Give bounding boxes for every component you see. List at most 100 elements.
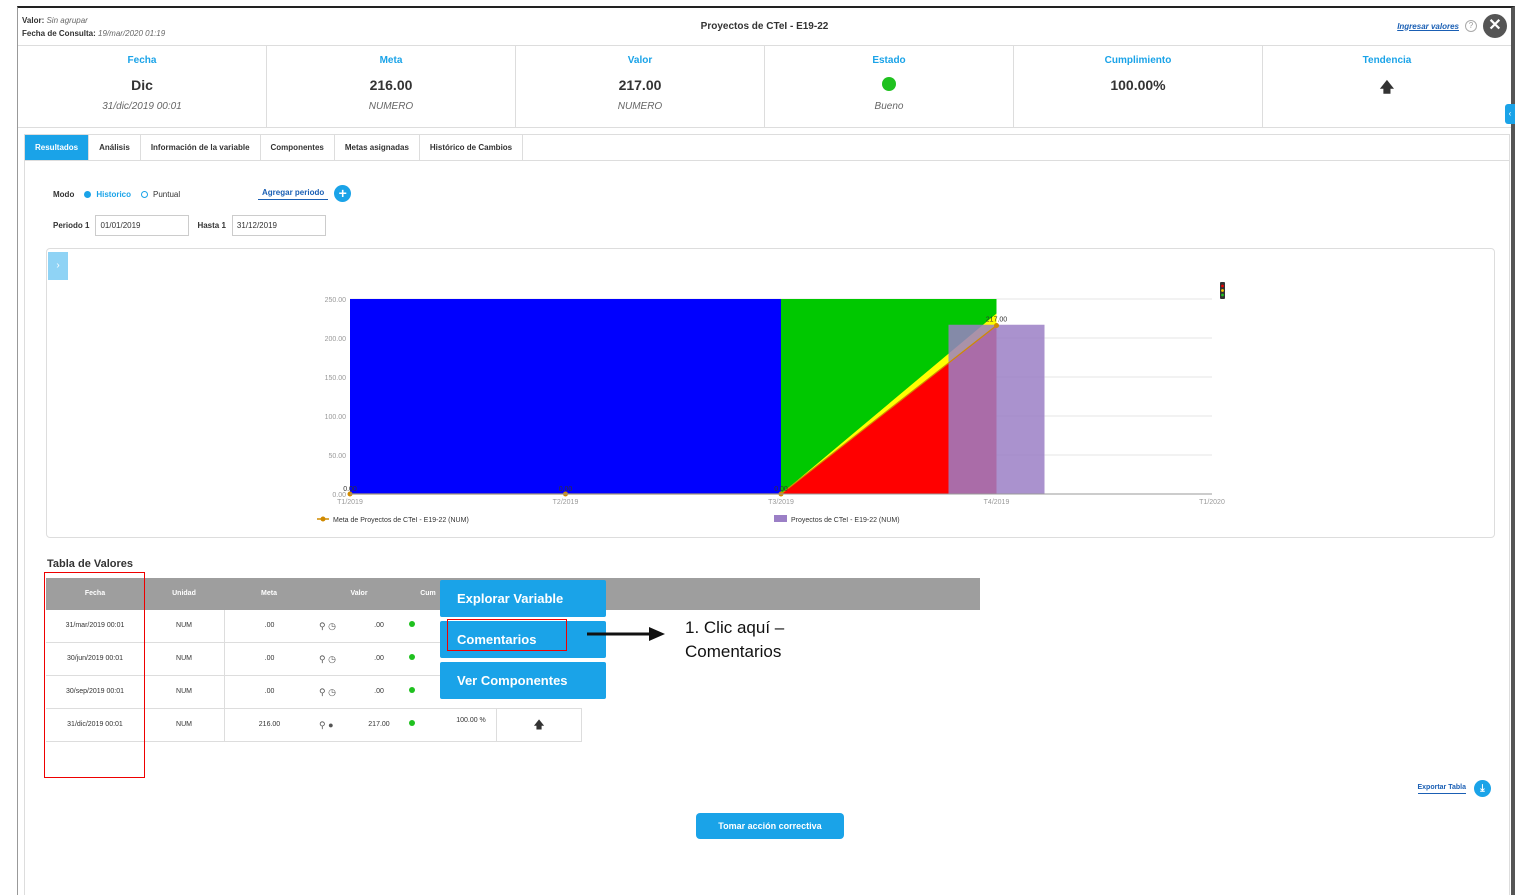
traffic-light-red [1221,284,1224,288]
summary-meta-head: Meta [379,55,403,66]
main-content: Resultados Análisis Información de la va… [24,134,1510,895]
th-unidad: Unidad [172,590,196,597]
arrow-up-icon: 🡅 [1379,79,1395,95]
radio-puntual-label[interactable]: Puntual [153,190,180,199]
summary-valor-head: Valor [627,55,653,66]
cell-meta: .00 [224,676,314,708]
y-tick-label: 250.00 [325,297,347,304]
arrow-up-icon: 🡅 [496,709,582,741]
help-icon[interactable]: ? [1465,20,1477,32]
summary-meta: Meta 216.00 NUMERO [267,46,516,127]
annotation-line1: 1. Clic aquí – [685,618,785,637]
x-tick-label: T1/2019 [337,499,363,506]
periodo-label: Periodo 1 [53,221,90,230]
summary-meta-sub: NUMERO [368,101,414,112]
band-area [350,299,781,494]
annotation-line2: Comentarios [685,642,782,661]
download-icon[interactable]: ⤓ [1474,780,1491,797]
tab-historico-cambios[interactable]: Histórico de Cambios [420,135,524,160]
cell-valor: .00 [374,688,384,695]
x-tick-label: T2/2019 [553,499,579,506]
corrective-action-button[interactable]: Tomar acción correctiva [696,813,844,839]
summary-estado-head: Estado [872,55,906,66]
tab-metas-asignadas[interactable]: Metas asignadas [335,135,420,160]
highlight-comentarios [447,619,567,651]
summary-tendencia: Tendencia 🡅 [1263,46,1511,127]
cell-cumplimiento: 100.00 % [456,717,486,724]
data-label: 0.00 [343,486,357,493]
y-tick-label: 100.00 [325,414,347,421]
tab-componentes[interactable]: Componentes [261,135,335,160]
summary-estado-sub: Bueno [874,101,904,112]
summary-fecha-value: Dic [131,77,153,93]
status-dot-icon [406,610,418,642]
hasta-label: Hasta 1 [197,221,226,230]
summary-cumplimiento: Cumplimiento 100.00% [1014,46,1263,127]
search-icon[interactable]: ⚲ ◷ [319,610,336,642]
cell-unidad: NUM [176,721,192,728]
modal-header: Valor: Sin agrupar Fecha de Consulta: 19… [18,8,1511,46]
tab-analisis[interactable]: Análisis [89,135,141,160]
x-tick-label: T4/2019 [984,499,1010,506]
tab-resultados[interactable]: Resultados [25,135,90,160]
y-tick-label: 150.00 [325,375,347,382]
chart-container: › 0.00 50.00 100.00 150.00 200.00 250.00 0.00 0… [46,248,1495,538]
summary-cumplimiento-value: 100.00% [1110,77,1166,93]
y-tick-label: 200.00 [325,336,347,343]
plus-icon[interactable]: + [334,185,352,202]
tab-bar: Resultados Análisis Información de la va… [25,135,1509,161]
side-panel-toggle[interactable]: ‹ [1505,104,1515,124]
search-icon[interactable]: ⚲ ● [319,709,334,741]
search-icon[interactable]: ⚲ ◷ [319,643,336,675]
cell-meta: .00 [224,643,314,675]
search-icon[interactable]: ⚲ ◷ [319,676,336,708]
modo-selector: Modo Historico Puntual [53,190,190,199]
legend-bar-swatch [774,515,787,522]
summary-fecha: Fecha Dic 31/dic/2019 00:01 [18,46,267,127]
period-row: Periodo 1 01/01/2019 Hasta 1 31/12/2019 [53,215,326,236]
legend-line-marker [320,516,326,522]
summary-valor-sub: NUMERO [617,101,663,112]
cell-valor: 217.00 [368,721,390,728]
header-actions: Ingresar valores ? ✕ [1397,14,1507,38]
summary-fecha-sub: 31/dic/2019 00:01 [102,101,182,112]
tab-informacion-variable[interactable]: Información de la variable [141,135,261,160]
annotation-text: 1. Clic aquí – Comentarios [685,616,784,664]
radio-historico[interactable] [84,191,92,198]
periodo-start-input[interactable]: 01/01/2019 [95,215,190,236]
close-icon[interactable]: ✕ [1483,14,1507,38]
summary-bar: Fecha Dic 31/dic/2019 00:01 Meta 216.00 … [18,46,1511,128]
cell-valor: .00 [374,622,384,629]
th-meta: Meta [261,590,277,597]
summary-valor: Valor 217.00 NUMERO [516,46,765,127]
menu-ver-componentes[interactable]: Ver Componentes [440,662,606,699]
traffic-light-green [1221,293,1224,297]
highlight-fecha-column [44,572,145,778]
ingresar-valores-link[interactable]: Ingresar valores [1397,22,1459,31]
bar [948,324,1045,494]
cell-unidad: NUM [176,688,192,695]
status-dot-icon [406,709,418,741]
exportar-tabla-link[interactable]: Exportar Tabla [1417,784,1466,794]
legend-label: Meta de Proyectos de CTeI - E19-22 (NUM) [333,517,469,524]
cell-valor: .00 [374,655,384,662]
status-dot-icon [406,643,418,675]
y-tick-label: 0.00 [332,492,346,499]
annotation-arrow-icon [587,627,665,641]
cell-unidad: NUM [176,622,192,629]
cell-meta: 216.00 [224,709,314,741]
periodo-end-input[interactable]: 31/12/2019 [231,215,326,236]
menu-explorar-variable[interactable]: Explorar Variable [440,580,606,617]
add-period: Agregar periodo + [258,185,352,202]
x-tick-label: T1/2020 [1199,499,1225,506]
results-chart: 0.0050.00100.00150.00200.00250.000.00 0.0… [317,282,1225,524]
modo-label: Modo [53,190,75,199]
legend-label: Proyectos de CTeI - E19-22 (NUM) [791,517,900,524]
summary-valor-value: 217.00 [618,77,662,93]
line-point [994,323,999,329]
radio-puntual[interactable] [141,191,148,198]
data-label: 0.00 [559,486,573,493]
agregar-periodo-link[interactable]: Agregar periodo [258,188,329,200]
radio-historico-label[interactable]: Historico [96,190,131,199]
table-title: Tabla de Valores [47,558,134,570]
